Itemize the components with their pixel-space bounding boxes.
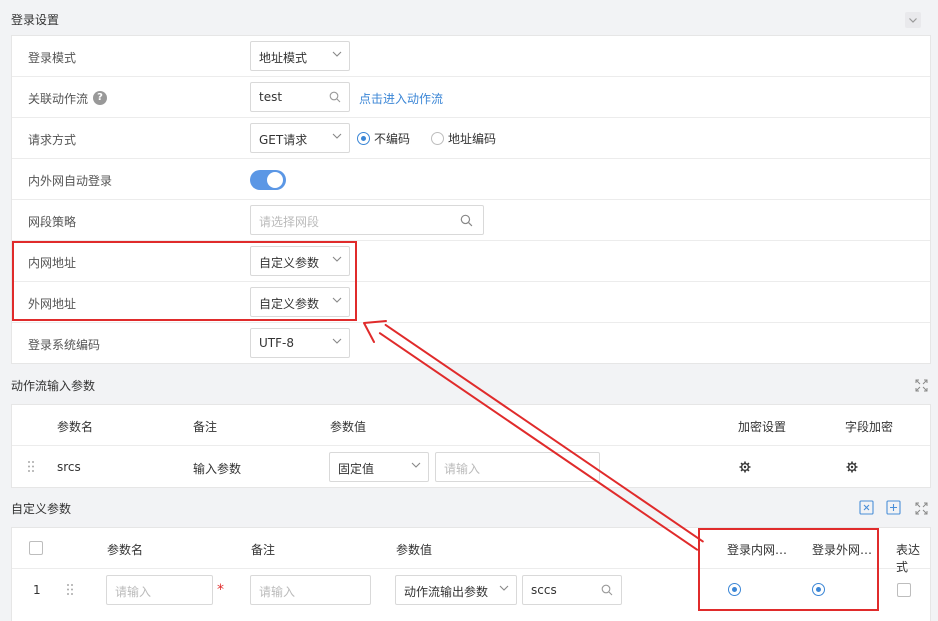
annotation-arrow-icon bbox=[363, 320, 704, 551]
